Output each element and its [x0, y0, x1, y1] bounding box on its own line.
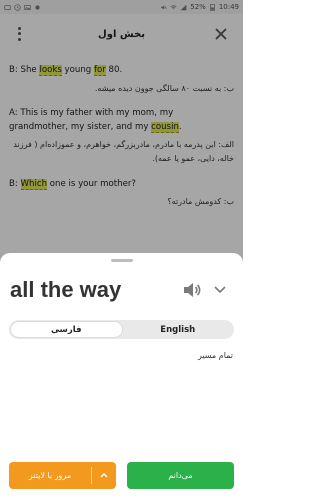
tab-farsi[interactable]: فارسی [10, 321, 123, 338]
speaker-icon[interactable] [182, 282, 202, 298]
tab-english[interactable]: English [123, 321, 234, 338]
drag-handle[interactable] [111, 259, 133, 262]
language-tabs: فارسی English [9, 320, 234, 339]
word-title: all the way [10, 277, 122, 302]
chevron-up-icon[interactable] [100, 472, 108, 478]
word-meaning: تمام مسیر [197, 351, 233, 360]
review-leitner-button[interactable]: مرور با لایتنر [9, 462, 116, 489]
word-bottom-sheet: all the way فارسی English تمام مسیر مرور… [0, 253, 243, 500]
review-leitner-label: مرور با لایتنر [28, 471, 72, 480]
i-know-button[interactable]: می‌دانم [127, 462, 234, 489]
chevron-down-icon[interactable] [214, 285, 226, 295]
button-divider [91, 467, 92, 484]
